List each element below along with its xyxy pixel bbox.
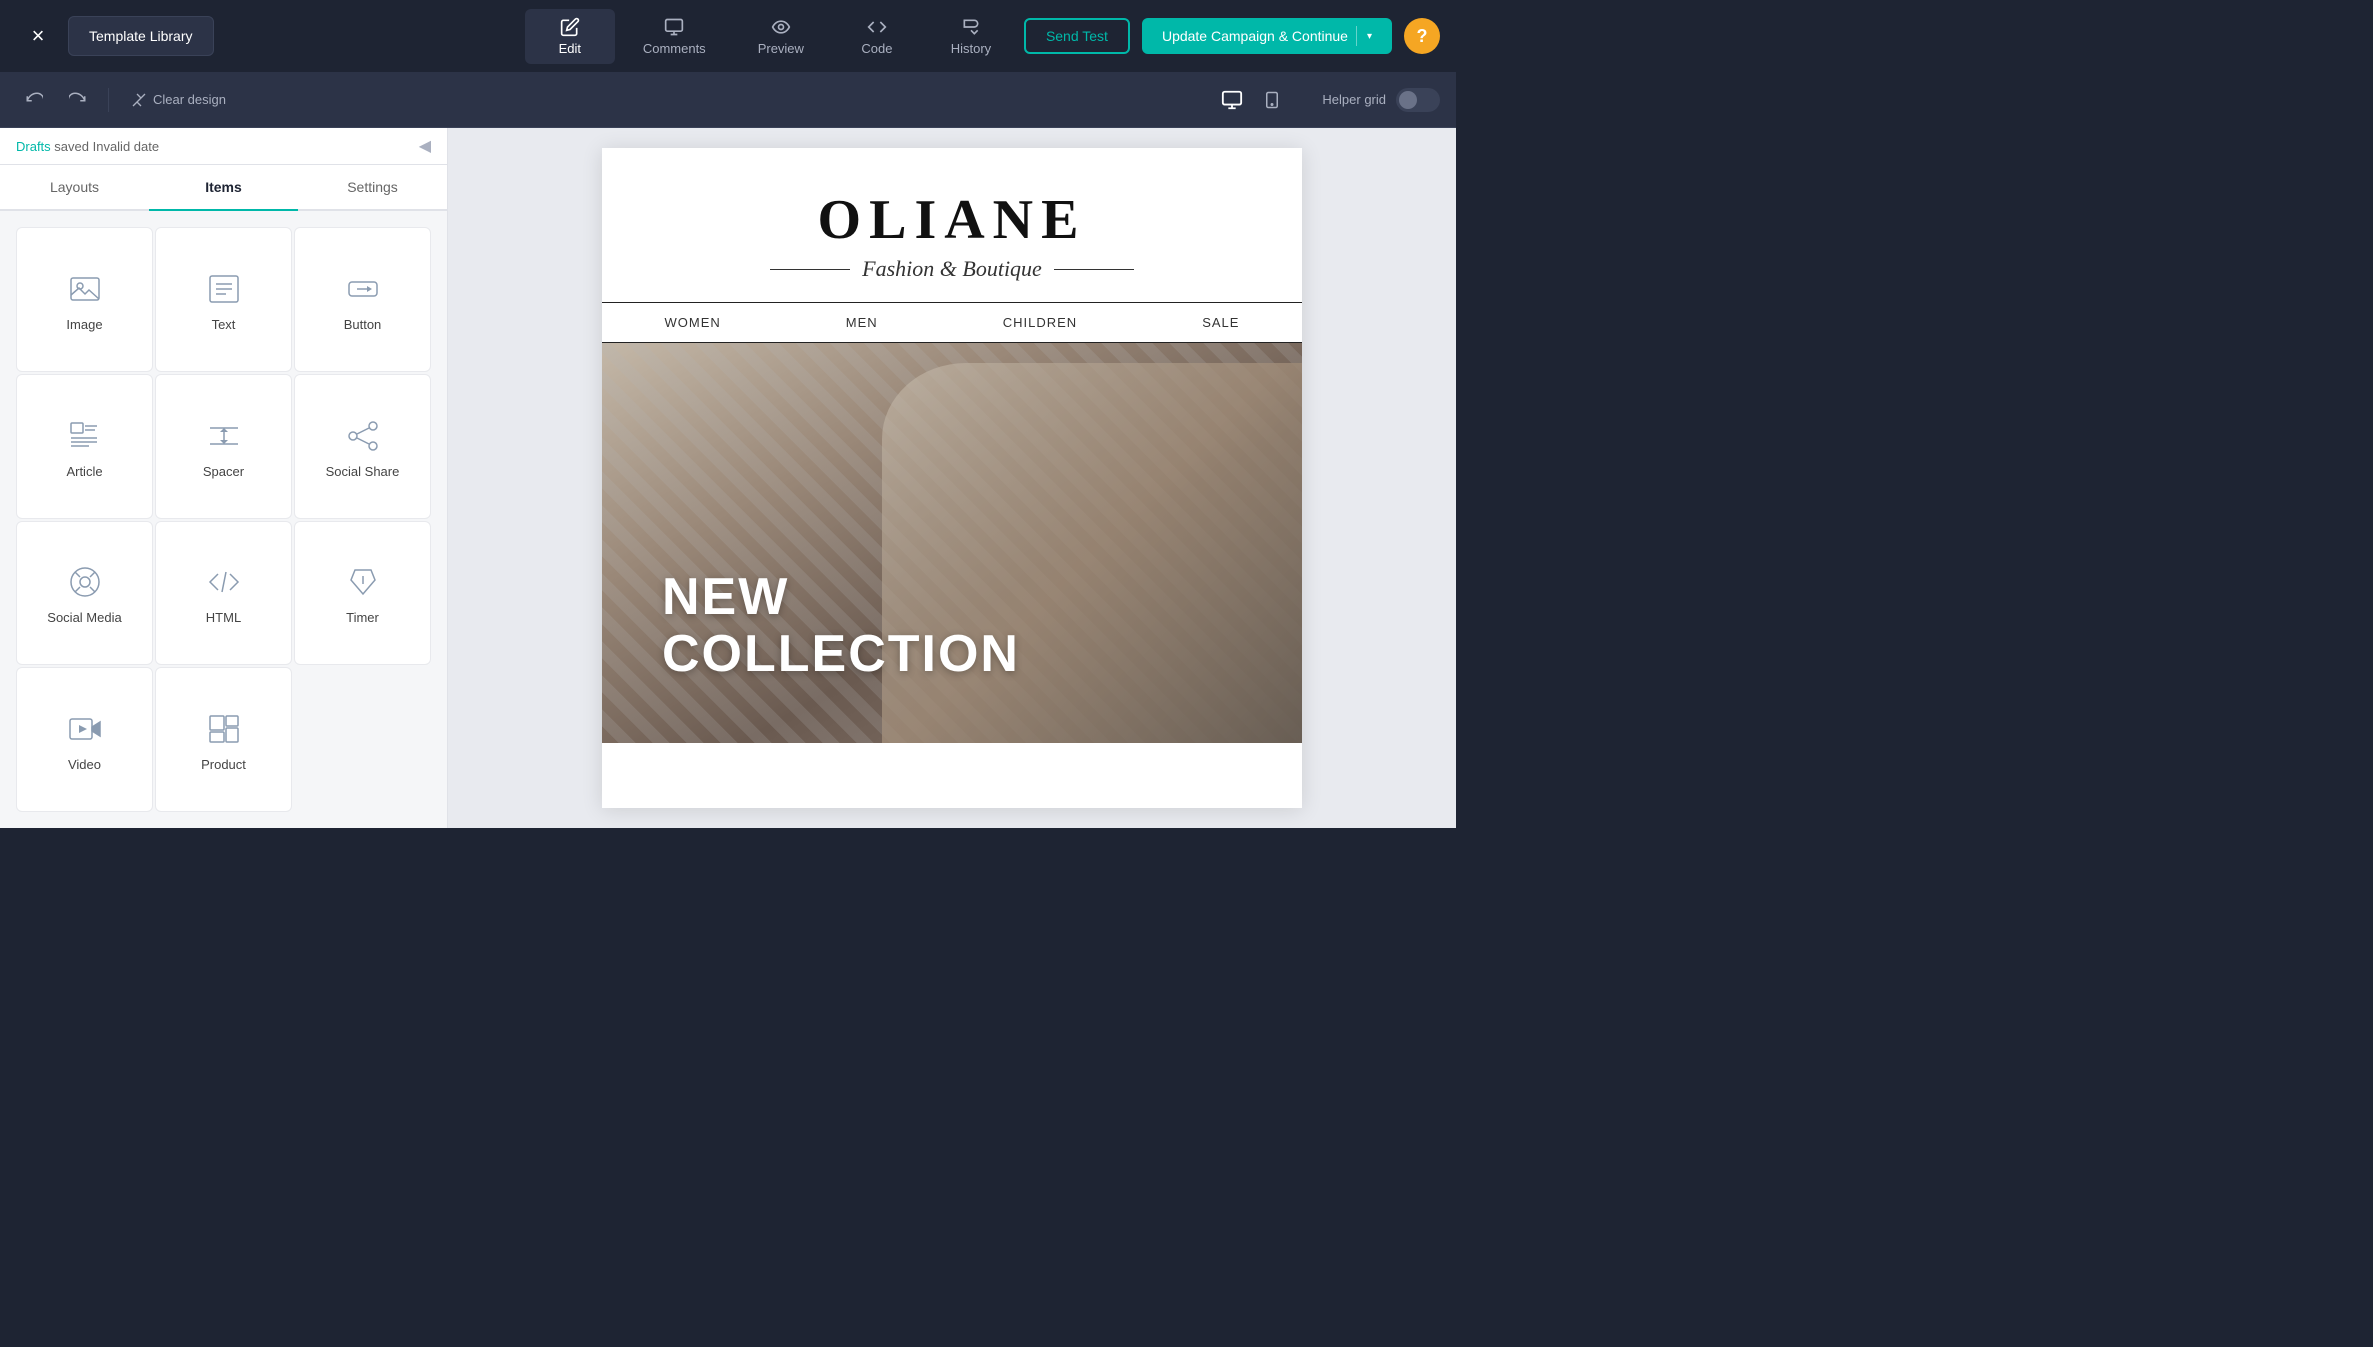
social-share-label: Social Share — [326, 464, 400, 479]
item-social-media[interactable]: Social Media — [16, 521, 153, 666]
brand-tagline: Fashion & Boutique — [622, 256, 1282, 282]
collapse-sidebar-button[interactable]: ◀ — [419, 136, 431, 156]
button-label: Button — [344, 317, 382, 332]
tab-comments[interactable]: Comments — [619, 9, 730, 64]
send-test-button[interactable]: Send Test — [1024, 18, 1130, 54]
redo-button[interactable] — [60, 82, 96, 118]
mobile-view-button[interactable] — [1254, 82, 1290, 118]
hero-line1: NEW — [662, 569, 1020, 626]
toolbar-divider-1 — [108, 88, 109, 112]
help-button[interactable]: ? — [1404, 18, 1440, 54]
tab-edit-label: Edit — [559, 41, 581, 56]
nav-item-men: MEN — [846, 315, 878, 330]
sidebar-tabs: Layouts Items Settings — [0, 165, 447, 211]
video-icon — [67, 711, 103, 747]
article-label: Article — [66, 464, 102, 479]
tab-comments-label: Comments — [643, 41, 706, 56]
undo-button[interactable] — [16, 82, 52, 118]
item-social-share[interactable]: Social Share — [294, 374, 431, 519]
item-button[interactable]: Button — [294, 227, 431, 372]
update-campaign-chevron: ▾ — [1356, 26, 1372, 46]
saved-status: saved Invalid date — [51, 139, 159, 154]
item-article[interactable]: Article — [16, 374, 153, 519]
secondary-toolbar: Clear design Helper grid — [0, 72, 1456, 128]
item-video[interactable]: Video — [16, 667, 153, 812]
email-canvas: OLIANE Fashion & Boutique WOMEN MEN CHIL… — [602, 148, 1302, 808]
item-spacer[interactable]: Spacer — [155, 374, 292, 519]
nav-item-children: CHILDREN — [1003, 315, 1077, 330]
helper-grid-toggle[interactable] — [1396, 88, 1440, 112]
text-icon — [206, 271, 242, 307]
social-share-icon — [345, 418, 381, 454]
items-grid: Image Text — [0, 211, 447, 828]
button-icon — [345, 271, 381, 307]
tab-layouts[interactable]: Layouts — [0, 165, 149, 211]
tab-settings[interactable]: Settings — [298, 165, 447, 211]
item-html[interactable]: HTML — [155, 521, 292, 666]
social-media-label: Social Media — [47, 610, 121, 625]
html-icon — [206, 564, 242, 600]
timer-icon — [345, 564, 381, 600]
timer-label: Timer — [346, 610, 379, 625]
nav-item-women: WOMEN — [665, 315, 721, 330]
item-timer[interactable]: Timer — [294, 521, 431, 666]
nav-tabs: Edit Comments Preview Code — [525, 9, 1016, 64]
tab-items[interactable]: Items — [149, 165, 298, 211]
close-button[interactable]: × — [16, 14, 60, 58]
tab-history[interactable]: History — [926, 9, 1016, 64]
update-campaign-button[interactable]: Update Campaign & Continue ▾ — [1142, 18, 1392, 54]
spacer-icon — [206, 418, 242, 454]
drafts-label: Drafts — [16, 139, 51, 154]
item-image[interactable]: Image — [16, 227, 153, 372]
hero-text: NEW COLLECTION — [662, 569, 1020, 683]
hero-background — [602, 343, 1302, 743]
product-icon — [206, 711, 242, 747]
email-header: OLIANE Fashion & Boutique — [602, 148, 1302, 302]
article-icon — [67, 418, 103, 454]
text-label: Text — [212, 317, 236, 332]
hero-line2: COLLECTION — [662, 626, 1020, 683]
nav-right: Send Test Update Campaign & Continue ▾ ? — [1024, 18, 1440, 54]
brand-name: OLIANE — [622, 188, 1282, 252]
item-product[interactable]: Product — [155, 667, 292, 812]
clear-design-label: Clear design — [153, 92, 226, 107]
email-nav-menu: WOMEN MEN CHILDREN SALE — [602, 302, 1302, 343]
update-campaign-label: Update Campaign & Continue — [1162, 28, 1348, 44]
main-content: Drafts saved Invalid date ◀ Layouts Item… — [0, 128, 1456, 828]
device-buttons — [1214, 82, 1290, 118]
nav-item-sale: SALE — [1202, 315, 1239, 330]
hero-image: NEW COLLECTION — [602, 343, 1302, 743]
social-media-icon — [67, 564, 103, 600]
canvas-area: OLIANE Fashion & Boutique WOMEN MEN CHIL… — [448, 128, 1456, 828]
tab-preview-label: Preview — [758, 41, 804, 56]
desktop-view-button[interactable] — [1214, 82, 1250, 118]
spacer-label: Spacer — [203, 464, 244, 479]
helper-grid-label: Helper grid — [1322, 92, 1386, 107]
product-label: Product — [201, 757, 246, 772]
helper-grid-section: Helper grid — [1322, 88, 1440, 112]
top-bar: × Template Library Edit Comments Pre — [0, 0, 1456, 72]
html-label: HTML — [206, 610, 241, 625]
item-text[interactable]: Text — [155, 227, 292, 372]
tab-history-label: History — [951, 41, 991, 56]
tab-code[interactable]: Code — [832, 9, 922, 64]
template-library-button[interactable]: Template Library — [68, 16, 214, 56]
clear-design-button[interactable]: Clear design — [121, 86, 236, 114]
sidebar-header: Drafts saved Invalid date ◀ — [0, 128, 447, 165]
tab-code-label: Code — [861, 41, 892, 56]
video-label: Video — [68, 757, 101, 772]
tab-edit[interactable]: Edit — [525, 9, 615, 64]
tab-preview[interactable]: Preview — [734, 9, 828, 64]
image-icon — [67, 271, 103, 307]
image-label: Image — [66, 317, 102, 332]
sidebar: Drafts saved Invalid date ◀ Layouts Item… — [0, 128, 448, 828]
